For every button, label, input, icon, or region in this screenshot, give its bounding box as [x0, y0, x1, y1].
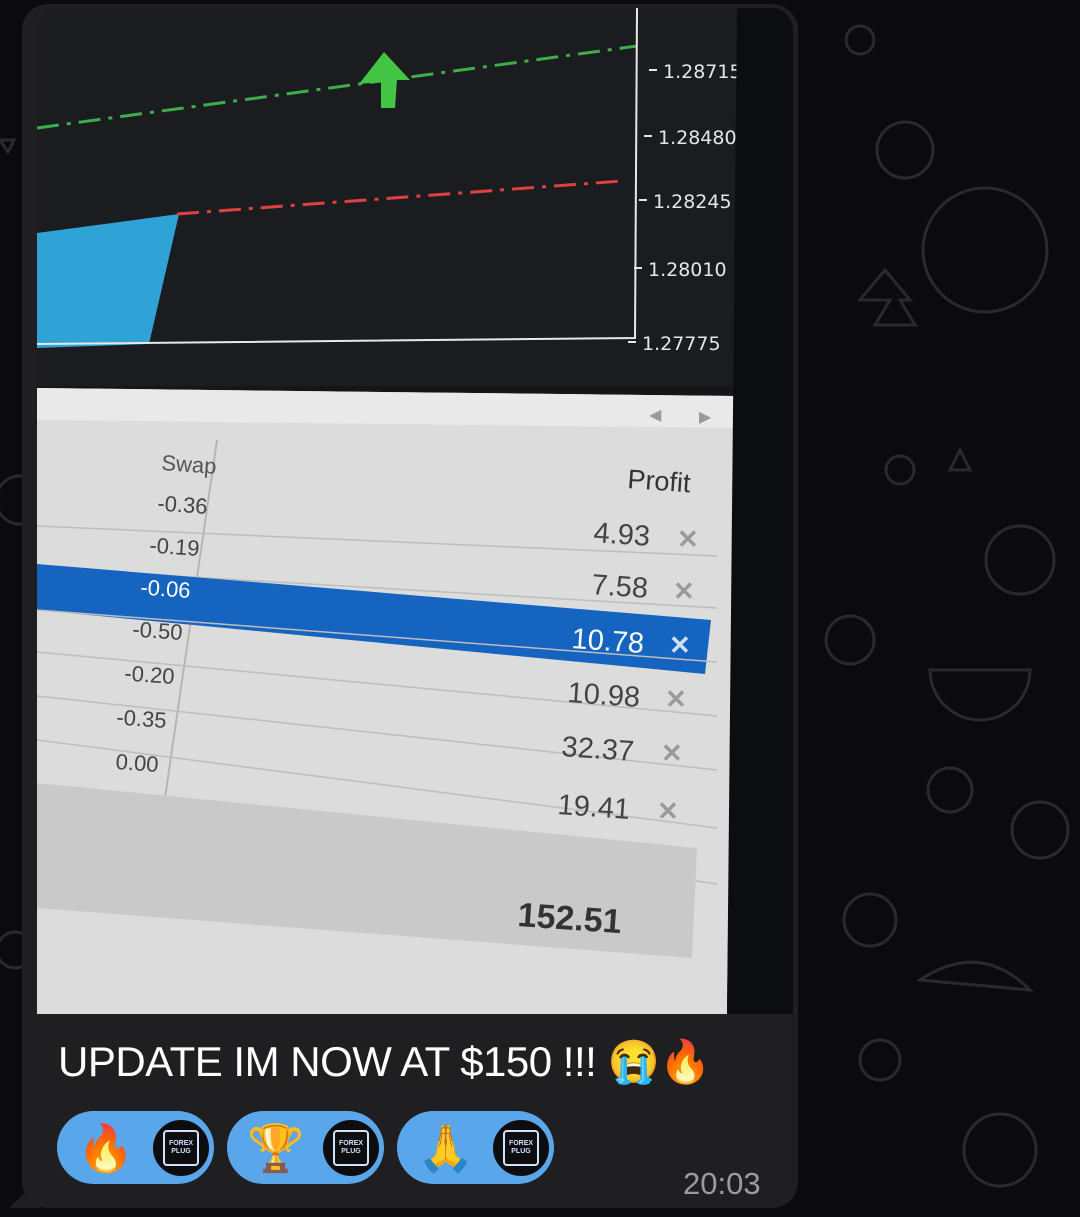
reaction-trophy[interactable]: 🏆 FOREX PLUG — [227, 1111, 384, 1184]
reaction-pray[interactable]: 🙏 FOREX PLUG — [397, 1111, 554, 1184]
swap-cell: -0.06 — [140, 575, 192, 603]
forex-plug-logo-icon: FOREX PLUG — [163, 1129, 199, 1166]
swap-cell: -0.36 — [157, 491, 209, 519]
profit-cell: 10.98 — [567, 677, 642, 714]
avatar: FOREX PLUG — [323, 1119, 379, 1176]
close-position-icon[interactable]: ✕ — [677, 524, 699, 554]
swap-cell: -0.20 — [124, 661, 176, 689]
message-time: 20:03 — [683, 1166, 761, 1201]
forex-plug-logo-icon: FOREX PLUG — [333, 1129, 369, 1166]
profit-cell: 19.41 — [557, 789, 632, 826]
fire-emoji-icon: 🔥 — [77, 1121, 135, 1174]
price-level-label: 1.28715 — [663, 61, 742, 83]
profit-cell: 32.37 — [561, 731, 636, 768]
photo-attachment[interactable]: 1.28715 1.28480 1.28245 1.28010 1.27775 ◀ ▶ … — [37, 8, 793, 1014]
avatar: FOREX PLUG — [493, 1119, 549, 1176]
swap-cell: -0.50 — [132, 617, 184, 645]
close-position-icon[interactable]: ✕ — [673, 576, 695, 606]
close-position-icon[interactable]: ✕ — [669, 630, 691, 660]
close-position-icon[interactable]: ✕ — [665, 684, 687, 714]
swap-cell: -0.35 — [116, 705, 168, 733]
price-level-label: 1.27775 — [642, 333, 721, 355]
swap-cell: 0.00 — [115, 749, 159, 777]
total-profit-value: 152.51 — [516, 896, 622, 941]
profit-cell: 10.78 — [571, 623, 646, 660]
price-level-label: 1.28245 — [653, 191, 732, 213]
monitor-bezel — [727, 8, 793, 1014]
close-position-icon[interactable]: ✕ — [661, 738, 683, 768]
pray-emoji-icon: 🙏 — [417, 1121, 475, 1174]
profit-cell: 7.58 — [591, 569, 650, 605]
reaction-fire[interactable]: 🔥 FOREX PLUG — [57, 1111, 214, 1184]
trading-terminal-photo: 1.287151.284801.282451.280101.27775 ◀ ▶ … — [37, 8, 793, 1014]
price-level-label: 1.28010 — [648, 259, 727, 281]
avatar: FOREX PLUG — [153, 1119, 209, 1176]
forex-plug-logo-icon: FOREX PLUG — [503, 1129, 539, 1166]
scroll-left-icon[interactable]: ◀ — [649, 407, 662, 424]
message-caption: UPDATE IM NOW AT $150 !!! 😭🔥 — [58, 1038, 712, 1085]
scroll-right-icon[interactable]: ▶ — [699, 409, 712, 426]
close-position-icon[interactable]: ✕ — [657, 796, 679, 826]
reactions-bar: 🔥 FOREX PLUG 🏆 FOREX PLUG 🙏 FOREX PLUG — [57, 1111, 554, 1184]
profit-cell: 4.93 — [593, 517, 652, 553]
profit-column-header[interactable]: Profit — [627, 464, 692, 498]
swap-cell: -0.19 — [149, 533, 201, 561]
price-level-label: 1.28480 — [658, 127, 737, 149]
swap-column-header[interactable]: Swap — [161, 450, 218, 479]
trophy-emoji-icon: 🏆 — [247, 1121, 305, 1174]
